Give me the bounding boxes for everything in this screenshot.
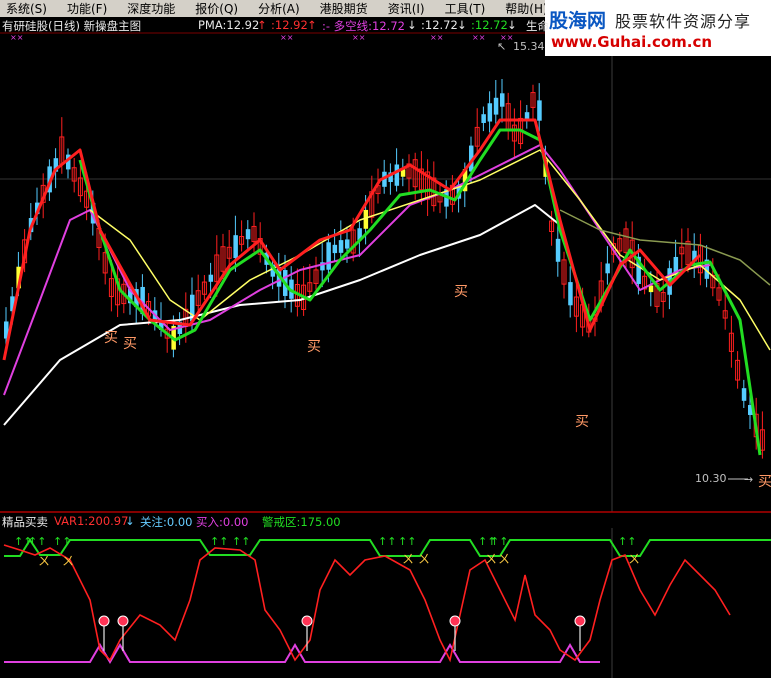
- menu-item-7[interactable]: 工具(T): [439, 0, 500, 17]
- var1-line: [3, 544, 731, 663]
- down-arrow-icon: ↓: [125, 514, 135, 528]
- up-arrow-icon: ↑↑: [232, 535, 250, 548]
- up-arrow-icon: ↑↑: [28, 535, 46, 548]
- candle-down: [605, 263, 610, 274]
- candle-down: [537, 100, 542, 121]
- candle-down: [332, 244, 338, 254]
- up-arrow-icon: ↑↑: [490, 535, 508, 548]
- logo-url: www.Guhai.com.cn: [551, 33, 713, 51]
- buy-signal-label: 买: [307, 339, 321, 355]
- low-price-label: 10.30: [695, 472, 727, 485]
- up-arrow-icon: ↑: [307, 18, 317, 32]
- candle-down: [493, 97, 499, 115]
- menu-item-2[interactable]: 深度功能: [121, 0, 189, 17]
- duokong-value: :- 多空线:12.72: [322, 19, 405, 33]
- ma-white-line: [3, 204, 561, 426]
- buy-signal-label: 买: [758, 474, 771, 490]
- buy-pin-icon: [301, 615, 313, 627]
- buy-signal-label: 买: [123, 336, 137, 352]
- logo-brand: 股海网: [549, 10, 607, 32]
- shengming-label: 生命: [526, 19, 549, 33]
- candle-down: [326, 242, 331, 270]
- site-logo: 股海网 股票软件资源分享 www.Guhai.com.cn: [545, 0, 771, 56]
- candle-down: [233, 235, 238, 259]
- candle-down: [741, 388, 747, 401]
- candle-down: [648, 285, 654, 293]
- mairu-line: [4, 643, 600, 664]
- buy-signal-label: 买: [104, 330, 118, 346]
- candle-down: [208, 274, 214, 282]
- jingjie-value: 警戒区:175.00: [262, 515, 341, 529]
- mark-icon: ××: [472, 33, 485, 42]
- candle-down: [394, 164, 400, 186]
- menu-item-5[interactable]: 港股期货: [314, 0, 382, 17]
- up-arrow-icon: ↑↑: [378, 535, 396, 548]
- sell-marker-icon: ㄨ: [628, 552, 640, 566]
- pma-value: PMA:12.92: [198, 18, 260, 32]
- chart-title: 有研硅股(日线) 新操盘主图: [2, 19, 142, 33]
- high-price-label: 15.34: [513, 40, 545, 53]
- mark-icon: ××: [500, 33, 513, 42]
- candlestick-series: [4, 79, 765, 459]
- candle-down: [524, 112, 530, 119]
- mairu-value: 买入:0.00: [196, 515, 249, 529]
- mark-icon: ××: [352, 33, 365, 42]
- ma5-value: :12.72: [471, 18, 508, 32]
- up-arrow-icon: ↑↑: [398, 535, 416, 548]
- menu-item-6[interactable]: 资讯(I): [382, 0, 439, 17]
- ma4-value: :12.72: [421, 18, 458, 32]
- ma-olive-line: [559, 209, 771, 286]
- sell-marker-icon: ㄨ: [402, 552, 414, 566]
- var1-value: VAR1:200.97: [54, 514, 129, 528]
- candle-down: [338, 240, 344, 253]
- indicator-subchart: ↑↑↑↑ ↑↑ ↑↑ ↑↑ ↑↑ ↑↑ ↑↑↑↑ ↑↑ㄨㄨㄨㄨㄨㄨㄨ: [3, 535, 771, 664]
- candle-down: [481, 114, 486, 123]
- menu-item-3[interactable]: 报价(Q): [189, 0, 252, 17]
- down-arrow-icon: ↓: [407, 18, 417, 32]
- candle-down: [345, 239, 350, 249]
- ma-magenta-line: [3, 144, 711, 396]
- menu-item-0[interactable]: 系统(S): [0, 0, 61, 17]
- up-arrow-icon: ↑: [257, 18, 267, 32]
- candle-down: [245, 229, 251, 240]
- buy-signal-label: 买: [454, 284, 468, 300]
- candle-down: [568, 282, 573, 306]
- buy-pin-icon: [117, 615, 129, 627]
- up-arrow-icon: ↑↑: [210, 535, 228, 548]
- candle-down: [555, 238, 561, 262]
- price-chart-canvas[interactable]: ↑↑↑↑ ↑↑ ↑↑ ↑↑ ↑↑ ↑↑ ↑↑↑↑ ↑↑ㄨㄨㄨㄨㄨㄨㄨ 买买买买买买15.34↖…: [0, 0, 771, 678]
- menu-item-4[interactable]: 分析(A): [252, 0, 314, 17]
- subchart-title: 精品买卖: [2, 515, 48, 529]
- up-arrow-icon: ↑↑: [618, 535, 636, 548]
- up-arrow-icon: ↑↑: [53, 535, 71, 548]
- buy-pin-icon: [449, 615, 461, 627]
- mark-icon: ××: [280, 33, 293, 42]
- down-arrow-icon: ↓: [507, 18, 517, 32]
- buy-pin-icon: [574, 615, 586, 627]
- candle-down: [487, 103, 493, 122]
- down-arrow-icon: ↓: [457, 18, 467, 32]
- sell-marker-icon: ㄨ: [485, 552, 497, 566]
- sell-marker-icon: ㄨ: [38, 554, 50, 568]
- logo-slogan: 股票软件资源分享: [615, 12, 752, 31]
- right-arrow-icon: →: [744, 473, 753, 486]
- guanzhu-value: 关注:0.00: [140, 515, 193, 529]
- ma2-value: :12.92: [271, 18, 308, 32]
- candle-down: [500, 93, 505, 107]
- buy-signal-label: 买: [575, 414, 589, 430]
- sell-marker-icon: ㄨ: [498, 552, 510, 566]
- sell-marker-icon: ㄨ: [418, 552, 430, 566]
- mark-icon: ××: [430, 33, 443, 42]
- sell-marker-icon: ㄨ: [62, 554, 74, 568]
- mark-icon: ××: [10, 33, 23, 42]
- buy-pin-icon: [98, 615, 110, 627]
- ma-red-line: [2, 118, 702, 361]
- menu-item-1[interactable]: 功能(F): [61, 0, 121, 17]
